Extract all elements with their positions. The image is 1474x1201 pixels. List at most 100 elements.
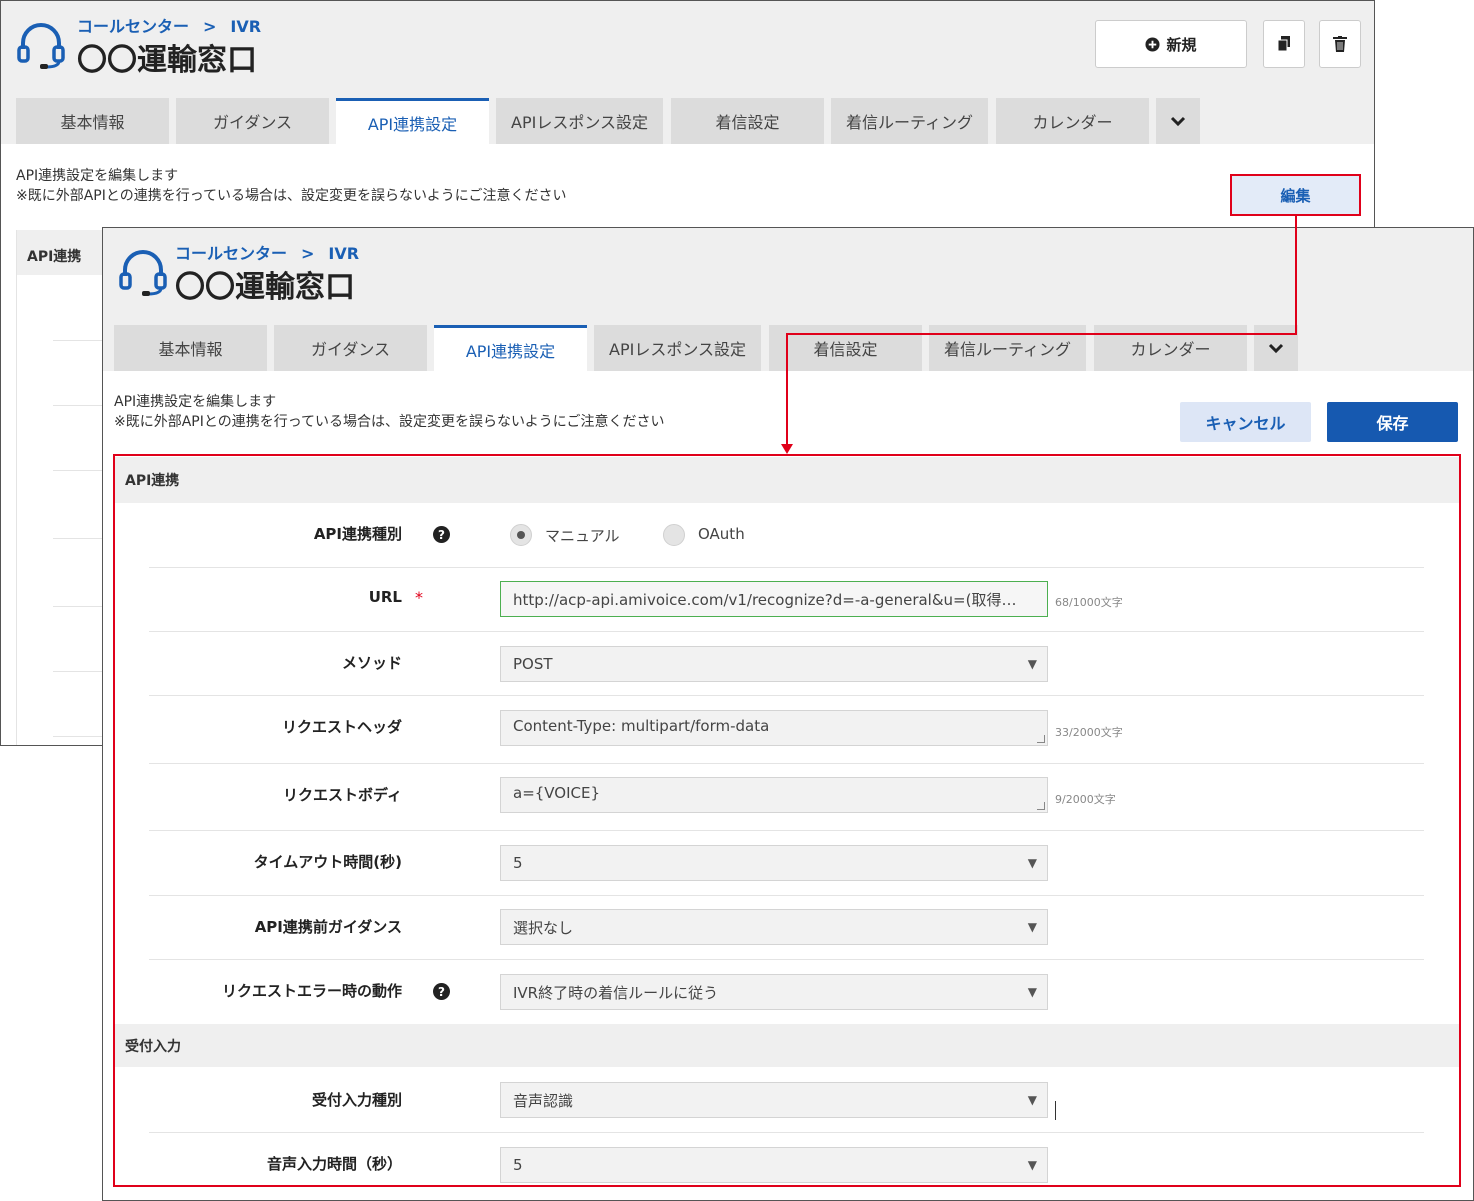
tab-incoming-settings[interactable]: 着信設定 [769,325,922,371]
form-row-error-action: リクエストエラー時の動作 ? IVR終了時の着信ルールに従う ▼ [149,960,1424,1024]
edit-button[interactable]: 編集 [1230,174,1361,216]
url-input-value: http://acp-api.amivoice.com/v1/recognize… [513,590,1017,609]
form-row-method: メソッド POST ▼ [149,632,1424,696]
request-header-value: Content-Type: multipart/form-data [513,717,770,735]
tab-more-button[interactable] [1254,325,1298,371]
tab-api-settings[interactable]: API連携設定 [336,98,489,144]
save-button[interactable]: 保存 [1327,402,1458,442]
section-header-api: API連携 [115,457,1459,503]
form-row-request-header: リクエストヘッダ Content-Type: multipart/form-da… [149,696,1424,764]
description: API連携設定を編集します ※既に外部APIとの連携を行っている場合は、設定変更… [16,166,566,206]
radio-manual[interactable] [510,524,532,546]
field-label: 受付入力種別 [311,1091,402,1109]
form-row-url: URL * http://acp-api.amivoice.com/v1/rec… [149,568,1424,632]
error-action-select-value: IVR終了時の着信ルールに従う [513,983,719,1002]
copy-button[interactable] [1263,20,1305,68]
request-header-textarea[interactable]: Content-Type: multipart/form-data [500,710,1048,746]
dropdown-caret-icon: ▼ [1027,1093,1037,1107]
voice-time-select[interactable]: 5 ▼ [500,1147,1048,1183]
breadcrumb-parent[interactable]: コールセンター [77,17,189,36]
connector-line [1295,215,1297,335]
radio-manual-label[interactable]: マニュアル [545,525,620,546]
description-line2: ※既に外部APIとの連携を行っている場合は、設定変更を誤らないようにご注意くださ… [114,414,665,430]
back-section-header: API連携 [17,230,107,275]
pre-guidance-select[interactable]: 選択なし ▼ [500,909,1048,945]
resize-handle-icon[interactable] [1037,735,1045,743]
breadcrumb-current[interactable]: IVR [230,17,261,36]
page-title: 〇〇運輸窓口 [77,43,257,78]
help-icon[interactable]: ? [433,526,450,543]
form-row-timeout: タイムアウト時間(秒) 5 ▼ [149,831,1424,896]
field-label: API連携前ガイダンス [254,918,402,936]
field-label: タイムアウト時間(秒) [253,853,402,871]
page-title: 〇〇運輸窓口 [175,270,355,305]
resize-handle-icon[interactable] [1037,802,1045,810]
breadcrumb-parent[interactable]: コールセンター [175,244,287,263]
dropdown-caret-icon: ▼ [1027,920,1037,934]
tab-guidance[interactable]: ガイダンス [176,98,329,144]
field-label: 音声入力時間（秒） [266,1155,402,1173]
radio-oauth-label[interactable]: OAuth [698,525,745,543]
breadcrumb: コールセンター > IVR [77,13,261,37]
field-label: メソッド [341,654,402,672]
description-line2: ※既に外部APIとの連携を行っている場合は、設定変更を誤らないようにご注意くださ… [16,188,567,204]
tab-incoming-settings[interactable]: 着信設定 [671,98,824,144]
error-action-select[interactable]: IVR終了時の着信ルールに従う ▼ [500,974,1048,1010]
new-button[interactable]: 新規 [1095,20,1247,68]
breadcrumb: コールセンター > IVR [175,240,359,264]
new-button-label: 新規 [1166,35,1197,54]
radio-oauth[interactable] [663,524,685,546]
breadcrumb-current[interactable]: IVR [328,244,359,263]
tab-api-response[interactable]: APIレスポンス設定 [496,98,663,144]
dropdown-caret-icon: ▼ [1027,657,1037,671]
dropdown-caret-icon: ▼ [1027,1158,1037,1172]
dropdown-caret-icon: ▼ [1027,985,1037,999]
char-count: 68/1000文字 [1055,596,1123,609]
description: API連携設定を編集します ※既に外部APIとの連携を行っている場合は、設定変更… [114,392,664,432]
description-line1: API連携設定を編集します [16,168,179,184]
pre-guidance-select-value: 選択なし [513,918,574,937]
reception-type-select-value: 音声認識 [513,1091,574,1110]
tab-incoming-routing[interactable]: 着信ルーティング [831,98,988,144]
help-icon[interactable]: ? [433,983,450,1000]
tab-basic-info[interactable]: 基本情報 [114,325,267,371]
request-body-textarea[interactable]: a={VOICE} [500,777,1048,813]
form-row-request-body: リクエストボディ a={VOICE} 9/2000文字 [149,764,1424,831]
description-line1: API連携設定を編集します [114,394,277,410]
chevron-down-icon [1170,116,1186,127]
voice-time-select-value: 5 [513,1156,523,1174]
section-header-reception: 受付入力 [115,1024,1459,1067]
front-screen: コールセンター > IVR 〇〇運輸窓口 基本情報 ガイダンス API連携設定 AP… [102,227,1474,1201]
trash-icon [1333,36,1347,52]
delete-button[interactable] [1319,20,1361,68]
dropdown-caret-icon: ▼ [1027,856,1037,870]
tab-guidance[interactable]: ガイダンス [274,325,427,371]
breadcrumb-separator: > [203,17,217,36]
tab-incoming-routing[interactable]: 着信ルーティング [929,325,1086,371]
text-cursor [1055,1101,1056,1120]
request-body-value: a={VOICE} [513,784,601,802]
tab-api-settings[interactable]: API連携設定 [434,325,587,371]
chevron-down-icon [1268,343,1284,354]
tab-basic-info[interactable]: 基本情報 [16,98,169,144]
tab-calendar[interactable]: カレンダー [996,98,1149,144]
page-header: コールセンター > IVR 〇〇運輸窓口 新規 基本情報 ガイダンス API連携設定… [1,1,1374,144]
timeout-select[interactable]: 5 ▼ [500,845,1048,881]
copy-icon [1277,36,1290,52]
tab-calendar[interactable]: カレンダー [1094,325,1247,371]
method-select[interactable]: POST ▼ [500,646,1048,682]
field-label: リクエストエラー時の動作 [221,982,402,1000]
tab-api-response[interactable]: APIレスポンス設定 [594,325,761,371]
url-input[interactable]: http://acp-api.amivoice.com/v1/recognize… [500,581,1048,617]
form-row-voice-time: 音声入力時間（秒） 5 ▼ [149,1133,1424,1199]
field-label: リクエストヘッダ [281,718,402,736]
reception-type-select[interactable]: 音声認識 ▼ [500,1082,1048,1118]
headset-icon [119,250,167,296]
back-form-area: API連携 [16,230,113,745]
form-row-pre-guidance: API連携前ガイダンス 選択なし ▼ [149,896,1424,960]
char-count: 33/2000文字 [1055,726,1123,739]
tab-more-button[interactable] [1156,98,1200,144]
plus-circle-icon [1145,36,1161,52]
arrow-head-icon [781,444,793,454]
cancel-button[interactable]: キャンセル [1180,402,1311,442]
